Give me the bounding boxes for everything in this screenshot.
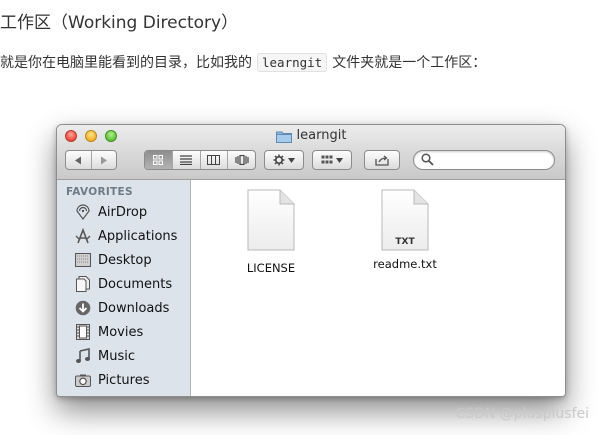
list-view-icon: [180, 155, 193, 165]
applications-icon: [74, 228, 92, 244]
sidebar-item-downloads[interactable]: Downloads: [74, 298, 169, 318]
finder-sidebar: FAVORITES AirDrop Applications Desktop D…: [57, 180, 191, 396]
desktop-icon: [74, 252, 92, 268]
file-name: LICENSE: [246, 261, 296, 275]
sidebar-item-music[interactable]: Music: [74, 346, 135, 366]
arrange-grid-icon: [321, 155, 333, 164]
chevron-down-icon: [336, 157, 343, 163]
back-button[interactable]: [66, 151, 92, 169]
paragraph-text-after: 文件夹就是一个工作区：: [332, 55, 487, 71]
search-icon: [421, 153, 434, 166]
airdrop-icon: [74, 204, 92, 220]
file-item-license[interactable]: LICENSE: [226, 189, 316, 275]
window-title: learngit: [57, 128, 565, 143]
column-view-button[interactable]: [201, 151, 229, 169]
documents-icon: [74, 276, 92, 292]
document-icon: [247, 189, 295, 251]
forward-button[interactable]: [92, 151, 117, 169]
file-name: readme.txt: [373, 257, 437, 271]
sidebar-item-label: Downloads: [98, 300, 170, 316]
sidebar-item-label: Movies: [98, 324, 144, 340]
watermark: CSDN @plusplusfei: [455, 406, 589, 422]
finder-window: learngit FAVORITES AirDrop Applications …: [56, 124, 566, 397]
music-icon: [74, 348, 92, 364]
description-paragraph: 就是你在电脑里能看到的目录，比如我的 learngit 文件夹就是一个工作区：: [0, 52, 486, 72]
folder-icon: [275, 130, 292, 143]
sidebar-item-documents[interactable]: Documents: [74, 274, 172, 294]
search-field[interactable]: [413, 150, 555, 170]
view-mode-selector: [144, 150, 256, 170]
paragraph-text-before: 就是你在电脑里能看到的目录，比如我的: [0, 55, 252, 71]
file-browser-area: LICENSE TXT readme.txt: [191, 180, 565, 396]
sidebar-item-label: AirDrop: [98, 204, 148, 220]
list-view-button[interactable]: [173, 151, 201, 169]
movies-icon: [74, 324, 92, 340]
back-forward-buttons: [65, 150, 117, 170]
favorites-header: FAVORITES: [66, 186, 133, 198]
finder-toolbar: learngit: [57, 125, 565, 180]
gear-icon: [273, 154, 285, 166]
sidebar-item-applications[interactable]: Applications: [74, 226, 177, 246]
icon-view-icon: [153, 155, 164, 165]
sidebar-item-label: Desktop: [98, 252, 152, 268]
column-view-icon: [207, 155, 221, 165]
action-menu-button[interactable]: [264, 150, 304, 170]
sidebar-item-airdrop[interactable]: AirDrop: [74, 202, 147, 222]
file-item-readme[interactable]: TXT readme.txt: [360, 189, 450, 271]
share-button[interactable]: [364, 150, 400, 170]
coverflow-view-button[interactable]: [228, 151, 255, 169]
sidebar-item-label: Documents: [98, 276, 173, 292]
downloads-icon: [74, 300, 92, 316]
section-heading: 工作区（Working Directory）: [0, 13, 239, 33]
inline-code: learngit: [257, 52, 328, 72]
share-icon: [375, 154, 389, 166]
sidebar-item-label: Music: [98, 348, 135, 364]
coverflow-view-icon: [235, 155, 249, 165]
arrange-menu-button[interactable]: [312, 150, 352, 170]
pictures-icon: [74, 372, 92, 388]
sidebar-item-desktop[interactable]: Desktop: [74, 250, 152, 270]
window-title-label: learngit: [296, 128, 347, 143]
chevron-down-icon: [288, 157, 295, 163]
sidebar-item-label: Applications: [98, 228, 178, 244]
sidebar-item-movies[interactable]: Movies: [74, 322, 143, 342]
icon-view-button[interactable]: [145, 151, 173, 169]
sidebar-item-label: Pictures: [98, 372, 150, 388]
file-type-badge: TXT: [395, 237, 415, 247]
sidebar-item-pictures[interactable]: Pictures: [74, 370, 149, 390]
